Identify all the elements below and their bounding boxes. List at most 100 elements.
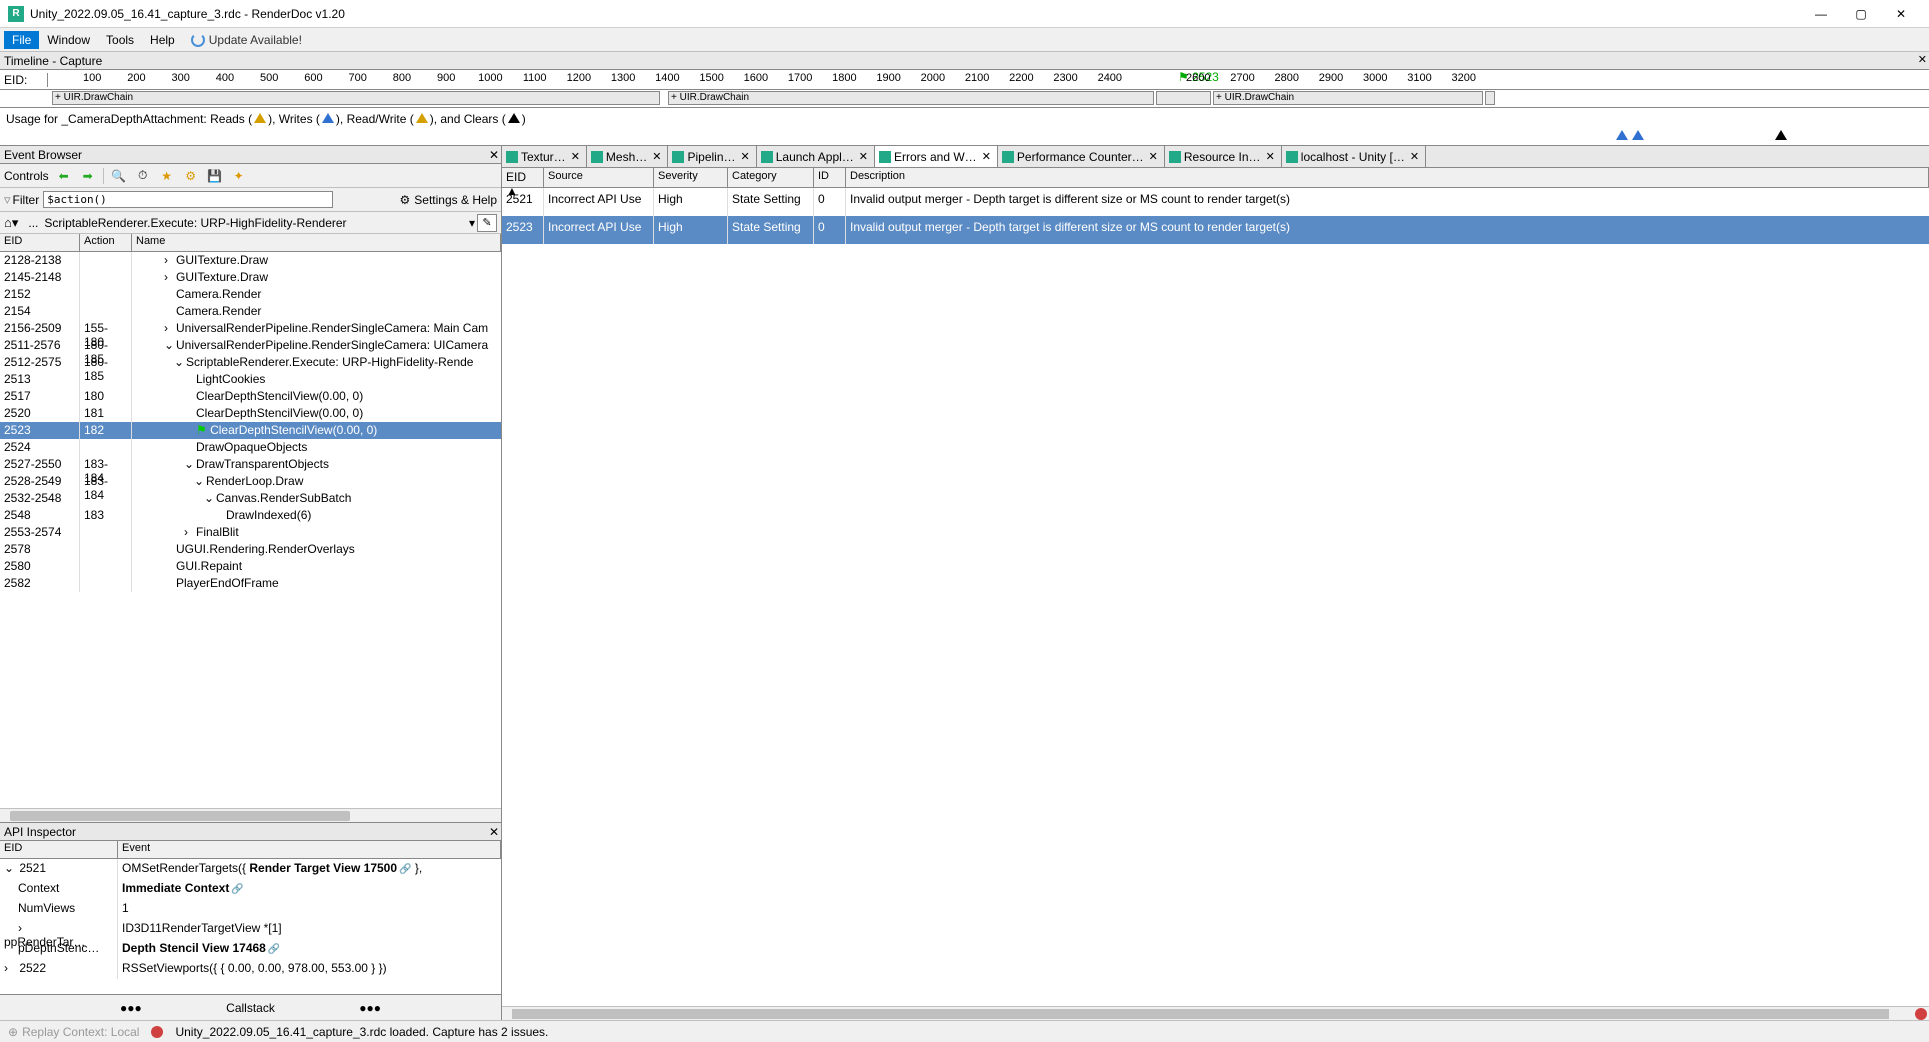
table-row[interactable]: 2580GUI.Repaint xyxy=(0,558,501,575)
table-row[interactable]: 2156-2509155-180›UniversalRenderPipeline… xyxy=(0,320,501,337)
api-row[interactable]: ⌄ 2521OMSetRenderTargets({ Render Target… xyxy=(0,859,501,879)
api-inspector-rows[interactable]: ⌄ 2521OMSetRenderTargets({ Render Target… xyxy=(0,859,501,994)
update-available[interactable]: Update Available! xyxy=(191,33,302,47)
table-row[interactable]: 2523182⚑ ClearDepthStencilView(0.00, 0) xyxy=(0,422,501,439)
event-browser-panel: Event Browser ✕ Controls ⬅ ➡ 🔍 ⏱ ★ ⚙ 💾 ✦… xyxy=(0,146,501,822)
settings-button[interactable]: ⚙ xyxy=(182,167,200,185)
close-button[interactable]: ✕ xyxy=(1881,0,1921,28)
tab[interactable]: Resource In…✕ xyxy=(1165,146,1282,167)
table-row[interactable]: 2512-2575180-185⌄ScriptableRenderer.Exec… xyxy=(0,354,501,371)
table-row[interactable]: 2128-2138›GUITexture.Draw xyxy=(0,252,501,269)
table-row[interactable]: 2154Camera.Render xyxy=(0,303,501,320)
api-col-event[interactable]: Event xyxy=(118,841,501,858)
table-row[interactable]: 2513LightCookies xyxy=(0,371,501,388)
tab[interactable]: Mesh…✕ xyxy=(587,146,669,167)
tab-close[interactable]: ✕ xyxy=(1408,150,1421,163)
table-row[interactable]: 2578UGUI.Rendering.RenderOverlays xyxy=(0,541,501,558)
prev-button[interactable]: ⬅ xyxy=(55,167,73,185)
tab[interactable]: Launch Appl…✕ xyxy=(757,146,875,167)
table-row[interactable]: 2517180ClearDepthStencilView(0.00, 0) xyxy=(0,388,501,405)
timeline-ruler[interactable]: EID: ⚑ 2523 1002003004005006007008009001… xyxy=(0,70,1929,90)
tab[interactable]: Pipelin…✕ xyxy=(668,146,756,167)
table-row[interactable]: 2520181ClearDepthStencilView(0.00, 0) xyxy=(0,405,501,422)
tab-close[interactable]: ✕ xyxy=(569,150,582,163)
menu-file[interactable]: File xyxy=(4,31,39,49)
error-row[interactable]: 2521Incorrect API UseHighState Setting0I… xyxy=(502,188,1929,216)
breadcrumb-dots[interactable]: ... xyxy=(28,216,38,230)
err-col-id[interactable]: ID xyxy=(814,168,846,187)
tab-close[interactable]: ✕ xyxy=(739,150,752,163)
api-row[interactable]: › 2522RSSetViewports({ { 0.00, 0.00, 978… xyxy=(0,959,501,979)
home-icon[interactable]: ⌂▾ xyxy=(4,215,18,231)
tab[interactable]: localhost - Unity […✕ xyxy=(1282,146,1426,167)
col-name[interactable]: Name xyxy=(132,234,501,251)
minimize-button[interactable]: — xyxy=(1801,0,1841,28)
menu-help[interactable]: Help xyxy=(142,31,183,49)
event-browser-toolbar: Controls ⬅ ➡ 🔍 ⏱ ★ ⚙ 💾 ✦ xyxy=(0,164,501,188)
errors-rows[interactable]: 2521Incorrect API UseHighState Setting0I… xyxy=(502,188,1929,1006)
bookmark-button[interactable]: ★ xyxy=(158,167,176,185)
api-row[interactable]: ContextImmediate Context🔗 xyxy=(0,879,501,899)
tab-close[interactable]: ✕ xyxy=(1147,150,1160,163)
tab-close[interactable]: ✕ xyxy=(650,150,663,163)
table-row[interactable]: 2532-2548⌄Canvas.RenderSubBatch xyxy=(0,490,501,507)
table-row[interactable]: 2553-2574›FinalBlit xyxy=(0,524,501,541)
err-col-source[interactable]: Source xyxy=(544,168,654,187)
api-callstack[interactable]: ●●● Callstack ●●● xyxy=(0,994,501,1020)
table-row[interactable]: 2152Camera.Render xyxy=(0,286,501,303)
maximize-button[interactable]: ▢ xyxy=(1841,0,1881,28)
timeline-bar[interactable]: + UIR.DrawChain xyxy=(1213,91,1483,105)
timeline-close[interactable]: ✕ xyxy=(1918,53,1927,66)
col-action[interactable]: Action xyxy=(80,234,132,251)
timeline-bars[interactable]: + UIR.DrawChain + UIR.DrawChain + UIR.Draw… xyxy=(0,90,1929,108)
err-col-severity[interactable]: Severity xyxy=(654,168,728,187)
export-button[interactable]: ✦ xyxy=(230,167,248,185)
settings-help-label[interactable]: Settings & Help xyxy=(414,193,497,207)
tab[interactable]: Errors and W…✕ xyxy=(875,146,998,167)
col-eid[interactable]: EID xyxy=(0,234,80,251)
timeline-bar[interactable] xyxy=(1485,91,1495,105)
event-browser-hscroll[interactable] xyxy=(0,808,501,822)
tab-icon xyxy=(1169,151,1181,163)
breadcrumb-text[interactable]: ScriptableRenderer.Execute: URP-HighFide… xyxy=(44,216,467,230)
table-row[interactable]: 2511-2576180-185⌄UniversalRenderPipeline… xyxy=(0,337,501,354)
api-inspector-close[interactable]: ✕ xyxy=(489,825,499,839)
err-col-eid[interactable]: EID ▲ xyxy=(502,168,544,187)
timeline-bar[interactable] xyxy=(1156,91,1211,105)
tab[interactable]: Textur…✕ xyxy=(502,146,587,167)
read-icon xyxy=(254,113,266,123)
api-row[interactable]: › ppRenderTar…ID3D11RenderTargetView *[1… xyxy=(0,919,501,939)
timeline-tick: 2800 xyxy=(1275,72,1299,84)
save-button[interactable]: 💾 xyxy=(206,167,224,185)
table-row[interactable]: 2528-2549183-184⌄RenderLoop.Draw xyxy=(0,473,501,490)
error-row[interactable]: 2523Incorrect API UseHighState Setting0I… xyxy=(502,216,1929,244)
errors-columns: EID ▲ Source Severity Category ID Descri… xyxy=(502,168,1929,188)
timeline-bar[interactable]: + UIR.DrawChain xyxy=(668,91,1154,105)
event-browser-close[interactable]: ✕ xyxy=(489,148,499,162)
time-button[interactable]: ⏱ xyxy=(134,167,152,185)
event-browser-rows[interactable]: 2128-2138›GUITexture.Draw2145-2148›GUITe… xyxy=(0,252,501,808)
table-row[interactable]: 2145-2148›GUITexture.Draw xyxy=(0,269,501,286)
errors-hscroll[interactable] xyxy=(502,1006,1929,1020)
table-row[interactable]: 2548183DrawIndexed(6) xyxy=(0,507,501,524)
timeline-bar[interactable]: + UIR.DrawChain xyxy=(52,91,660,105)
next-button[interactable]: ➡ xyxy=(79,167,97,185)
tab-close[interactable]: ✕ xyxy=(857,150,870,163)
breadcrumb-edit[interactable]: ✎ xyxy=(477,214,497,232)
err-col-category[interactable]: Category xyxy=(728,168,814,187)
table-row[interactable]: 2524DrawOpaqueObjects xyxy=(0,439,501,456)
find-button[interactable]: 🔍 xyxy=(110,167,128,185)
api-col-eid[interactable]: EID xyxy=(0,841,118,858)
table-row[interactable]: 2582PlayerEndOfFrame xyxy=(0,575,501,592)
timeline-tick: 2100 xyxy=(965,72,989,84)
api-row[interactable]: NumViews1 xyxy=(0,899,501,919)
api-row[interactable]: pDepthStenc…Depth Stencil View 17468🔗 xyxy=(0,939,501,959)
table-row[interactable]: 2527-2550183-184⌄DrawTransparentObjects xyxy=(0,456,501,473)
menu-window[interactable]: Window xyxy=(39,31,98,49)
tab-close[interactable]: ✕ xyxy=(980,150,993,163)
filter-input[interactable] xyxy=(43,191,333,208)
err-col-description[interactable]: Description xyxy=(846,168,1929,187)
tab-close[interactable]: ✕ xyxy=(1264,150,1277,163)
tab[interactable]: Performance Counter…✕ xyxy=(998,146,1165,167)
menu-tools[interactable]: Tools xyxy=(98,31,142,49)
